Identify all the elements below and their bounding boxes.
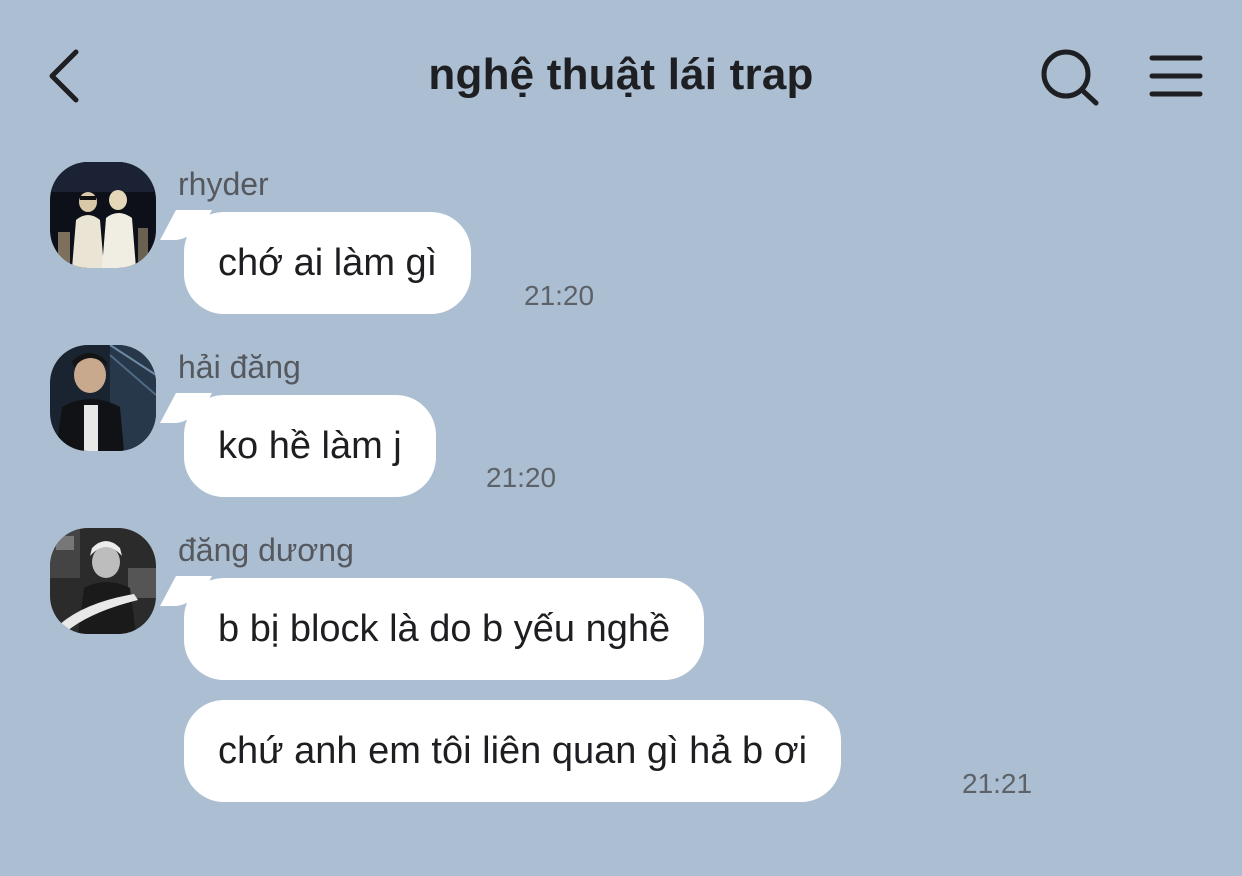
sender-name: đăng dương — [178, 532, 354, 568]
message-time: 21:20 — [486, 462, 557, 493]
message-text: chớ ai làm gì — [218, 242, 438, 284]
message-text: b bị block là do b yếu nghề — [218, 608, 671, 650]
hamburger-menu-icon[interactable] — [1146, 48, 1206, 104]
message-bubble[interactable]: ko hề làm j — [184, 395, 436, 497]
message-text: ko hề làm j — [218, 425, 402, 467]
search-icon[interactable] — [1036, 46, 1102, 108]
avatar[interactable] — [50, 528, 156, 634]
avatar[interactable] — [50, 345, 156, 451]
message-time: 21:20 — [524, 280, 595, 311]
sender-name: hải đăng — [178, 349, 301, 385]
message-bubble[interactable]: chớ ai làm gì — [184, 212, 472, 314]
message-time: 21:21 — [962, 768, 1033, 799]
sender-name: rhyder — [178, 166, 269, 202]
message-text: chứ anh em tôi liên quan gì hả b ơi — [218, 730, 808, 772]
avatar[interactable] — [50, 162, 156, 268]
message-bubble[interactable]: b bị block là do b yếu nghề — [184, 578, 705, 680]
message-bubble[interactable]: chứ anh em tôi liên quan gì hả b ơi — [184, 700, 842, 802]
chat-header: nghệ thuật lái trap — [0, 0, 1242, 150]
